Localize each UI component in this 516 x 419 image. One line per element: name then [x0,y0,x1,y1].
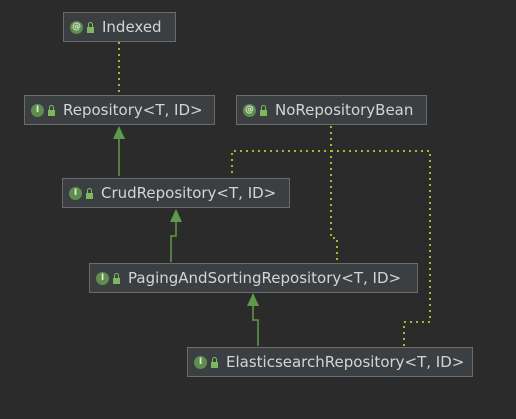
node-elasticsearch-repository[interactable]: I ElasticsearchRepository<T, ID> [187,347,473,377]
public-lock-icon [86,21,95,33]
extends-arrowhead-paging [247,293,259,306]
annotation-edge-norepositorybean-paging [330,126,338,262]
node-repository[interactable]: I Repository<T, ID> [24,95,215,125]
node-label: CrudRepository<T, ID> [101,184,277,202]
extends-edge-paging-crud [170,222,177,262]
node-label: Repository<T, ID> [63,101,203,119]
node-paging-and-sorting-repository[interactable]: I PagingAndSortingRepository<T, ID> [89,263,418,293]
interface-icon: I [96,271,109,285]
node-label: PagingAndSortingRepository<T, ID> [128,269,402,287]
node-indexed[interactable]: @ Indexed [63,12,176,42]
annotation-icon: @ [243,103,256,117]
public-lock-icon [85,187,94,199]
node-label: Indexed [102,18,162,36]
interface-icon: I [194,355,207,369]
interface-icon: I [69,186,82,200]
node-no-repository-bean[interactable]: @ NoRepositoryBean [236,95,427,125]
node-crud-repository[interactable]: I CrudRepository<T, ID> [62,178,290,208]
public-lock-icon [210,356,219,368]
interface-icon: I [31,103,44,117]
annotation-edge-norepositorybean-elasticsearch [331,150,431,346]
extends-edge-elasticsearch-paging [252,306,259,346]
annotation-icon: @ [70,20,83,34]
public-lock-icon [112,272,121,284]
public-lock-icon [47,104,56,116]
node-label: NoRepositoryBean [275,101,414,119]
extends-arrowhead-crud [170,209,182,222]
annotation-edge-norepositorybean-crud [231,126,332,176]
public-lock-icon [259,104,268,116]
node-label: ElasticsearchRepository<T, ID> [226,353,465,371]
extends-arrowhead-repository [113,126,125,139]
